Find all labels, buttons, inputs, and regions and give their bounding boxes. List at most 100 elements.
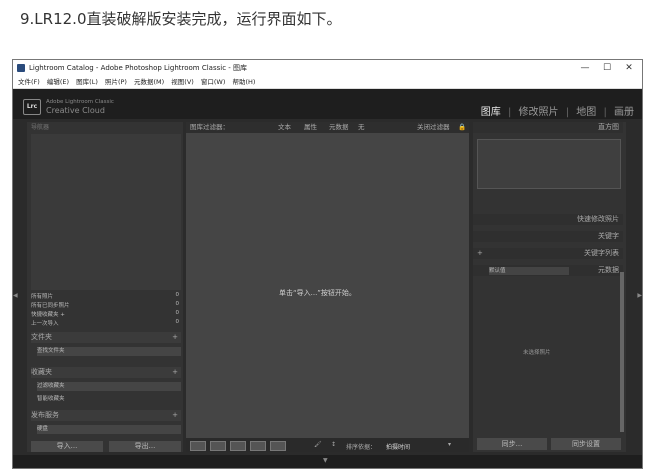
toolbar-menu-icon[interactable]: ▾ bbox=[448, 441, 451, 448]
keywording-header[interactable]: 关键字 bbox=[473, 231, 623, 242]
add-collection-icon[interactable]: + bbox=[172, 367, 178, 378]
menu-edit[interactable]: 编辑(E) bbox=[47, 76, 69, 88]
right-panel: 直方图 快速修改照片 关键字 + 关键字列表 元数据 默认值 未选择照片 同步.… bbox=[473, 122, 626, 452]
filter-none[interactable]: 无 bbox=[358, 122, 365, 133]
smart-collections-item[interactable]: 智能收藏夹 bbox=[37, 395, 181, 404]
lrc-logo: Lrc bbox=[23, 99, 41, 115]
folder-search-field[interactable]: 查找文件夹 bbox=[37, 347, 181, 356]
menu-file[interactable]: 文件(F) bbox=[18, 76, 40, 88]
filter-title: 图库过滤器： bbox=[190, 123, 229, 131]
module-book[interactable]: 画册 bbox=[614, 107, 634, 118]
navigator-header[interactable]: 导航器 bbox=[31, 122, 181, 132]
maximize-button[interactable]: ☐ bbox=[596, 60, 618, 76]
sync-settings-button[interactable]: 同步设置 bbox=[551, 438, 621, 450]
lightroom-window: Lightroom Catalog - Adobe Photoshop Ligh… bbox=[12, 59, 643, 469]
library-filter-bar: 图库过滤器： 文本 属性 元数据 无 关闭过滤器 🔒 bbox=[186, 122, 469, 133]
keyword-add-icon[interactable]: + bbox=[477, 248, 483, 259]
page-caption: 9.LR12.0直装破解版安装完成，运行界面如下。 bbox=[20, 10, 342, 28]
menu-view[interactable]: 视图(V) bbox=[171, 76, 194, 88]
menu-photo[interactable]: 照片(P) bbox=[105, 76, 127, 88]
right-panel-toggle-icon[interactable]: ▶ bbox=[637, 292, 642, 299]
folders-section-header[interactable]: 文件夹 + bbox=[31, 332, 181, 343]
metadata-preset-dropdown[interactable]: 默认值 bbox=[489, 267, 569, 275]
menu-help[interactable]: 帮助(H) bbox=[232, 76, 255, 88]
add-folder-icon[interactable]: + bbox=[172, 332, 178, 343]
grid-view-icon[interactable] bbox=[190, 441, 206, 451]
bottom-toolbar: 🖌 ↕ 排序依据： 拍摄时间 ▾ bbox=[186, 438, 469, 452]
catalog-row[interactable]: 所有照片 0 bbox=[31, 292, 181, 300]
loupe-view-icon[interactable] bbox=[210, 441, 226, 451]
catalog-label: 所有已同步照片 bbox=[31, 303, 70, 309]
filter-lock-icon[interactable]: 🔒 bbox=[458, 122, 466, 133]
catalog-label: 快捷收藏夹 + bbox=[31, 312, 65, 318]
keyword-list-header[interactable]: + 关键字列表 bbox=[473, 248, 623, 259]
module-library[interactable]: 图库 bbox=[481, 107, 501, 118]
catalog-row[interactable]: 快捷收藏夹 + 0 bbox=[31, 310, 181, 318]
keywording-title: 关键字 bbox=[598, 232, 619, 240]
right-panel-scrollbar[interactable] bbox=[620, 272, 624, 432]
catalog-count: 0 bbox=[175, 319, 180, 325]
collections-title: 收藏夹 bbox=[31, 368, 52, 376]
module-picker: 图库 | 修改照片 | 地图 | 画册 bbox=[477, 103, 634, 118]
identity-plate: Lrc Adobe Lightroom Classic Creative Clo… bbox=[13, 89, 642, 119]
no-photo-message: 未选择照片 bbox=[523, 350, 551, 356]
navigator-preview bbox=[31, 134, 181, 290]
add-publish-icon[interactable]: + bbox=[172, 410, 178, 421]
lightroom-app-icon bbox=[17, 64, 25, 72]
sort-direction-icon[interactable]: ↕ bbox=[331, 441, 336, 448]
menu-window[interactable]: 窗口(W) bbox=[201, 76, 226, 88]
collection-filter-field[interactable]: 过滤收藏夹 bbox=[37, 382, 181, 391]
menu-bar: 文件(F) 编辑(E) 图库(L) 照片(P) 元数据(M) 视图(V) 窗口(… bbox=[13, 76, 642, 89]
folders-title: 文件夹 bbox=[31, 333, 52, 341]
filter-attribute[interactable]: 属性 bbox=[304, 122, 317, 133]
catalog-row[interactable]: 上一次导入 0 bbox=[31, 319, 181, 327]
histogram-title: 直方图 bbox=[598, 123, 619, 131]
window-titlebar: Lightroom Catalog - Adobe Photoshop Ligh… bbox=[13, 60, 642, 76]
keyword-list-title: 关键字列表 bbox=[584, 249, 619, 257]
menu-metadata[interactable]: 元数据(M) bbox=[134, 76, 164, 88]
publish-hard-drive[interactable]: 硬盘 bbox=[37, 425, 181, 434]
catalog-row[interactable]: 所有已同步照片 0 bbox=[31, 301, 181, 309]
publish-services-header[interactable]: 发布服务 + bbox=[31, 410, 181, 421]
collections-section-header[interactable]: 收藏夹 + bbox=[31, 367, 181, 378]
menu-library[interactable]: 图库(L) bbox=[76, 76, 98, 88]
close-button[interactable]: ✕ bbox=[618, 60, 640, 76]
people-view-icon[interactable] bbox=[270, 441, 286, 451]
catalog-label: 上一次导入 bbox=[31, 321, 59, 327]
module-separator: | bbox=[507, 107, 512, 118]
painter-icon[interactable]: 🖌 bbox=[314, 441, 322, 448]
grid-view[interactable]: 单击“导入...”按钮开始。 bbox=[186, 133, 469, 437]
filter-preset-dropdown[interactable]: 关闭过滤器 bbox=[417, 122, 450, 133]
filter-metadata[interactable]: 元数据 bbox=[329, 122, 349, 133]
histogram-display bbox=[477, 139, 621, 189]
quick-develop-header[interactable]: 快速修改照片 bbox=[473, 214, 623, 225]
catalog-count: 0 bbox=[175, 301, 180, 307]
left-panel-toggle-icon[interactable]: ◀ bbox=[13, 292, 18, 299]
minimize-button[interactable]: — bbox=[574, 60, 596, 76]
brand-line2: Creative Cloud bbox=[46, 106, 105, 115]
left-panel: 导航器 所有照片 0 所有已同步照片 0 快捷收藏夹 + 0 上一次导入 0 文… bbox=[27, 122, 183, 452]
metadata-title: 元数据 bbox=[598, 266, 619, 274]
filmstrip-band: ▼ bbox=[13, 455, 642, 468]
center-area: 图库过滤器： 文本 属性 元数据 无 关闭过滤器 🔒 单击“导入...”按钮开始… bbox=[186, 122, 469, 452]
module-develop[interactable]: 修改照片 bbox=[519, 107, 559, 118]
quick-develop-title: 快速修改照片 bbox=[577, 215, 619, 223]
catalog-count: 0 bbox=[175, 292, 180, 298]
filmstrip-toggle-icon[interactable]: ▼ bbox=[323, 457, 328, 464]
export-button[interactable]: 导出... bbox=[109, 441, 181, 452]
empty-grid-message: 单击“导入...”按钮开始。 bbox=[279, 289, 356, 297]
module-map[interactable]: 地图 bbox=[576, 107, 596, 118]
publish-title: 发布服务 bbox=[31, 411, 59, 419]
catalog-count: 0 bbox=[175, 310, 180, 316]
sync-button[interactable]: 同步... bbox=[477, 438, 547, 450]
catalog-label: 所有照片 bbox=[31, 294, 54, 300]
module-separator: | bbox=[603, 107, 607, 118]
import-button[interactable]: 导入... bbox=[31, 441, 103, 452]
survey-view-icon[interactable] bbox=[250, 441, 266, 451]
sort-dropdown[interactable]: 拍摄时间 bbox=[386, 442, 410, 451]
histogram-header[interactable]: 直方图 bbox=[473, 122, 623, 133]
module-separator: | bbox=[565, 107, 570, 118]
compare-view-icon[interactable] bbox=[230, 441, 246, 451]
left-buttons: 导入... 导出... bbox=[31, 441, 181, 452]
filter-text[interactable]: 文本 bbox=[278, 122, 291, 133]
